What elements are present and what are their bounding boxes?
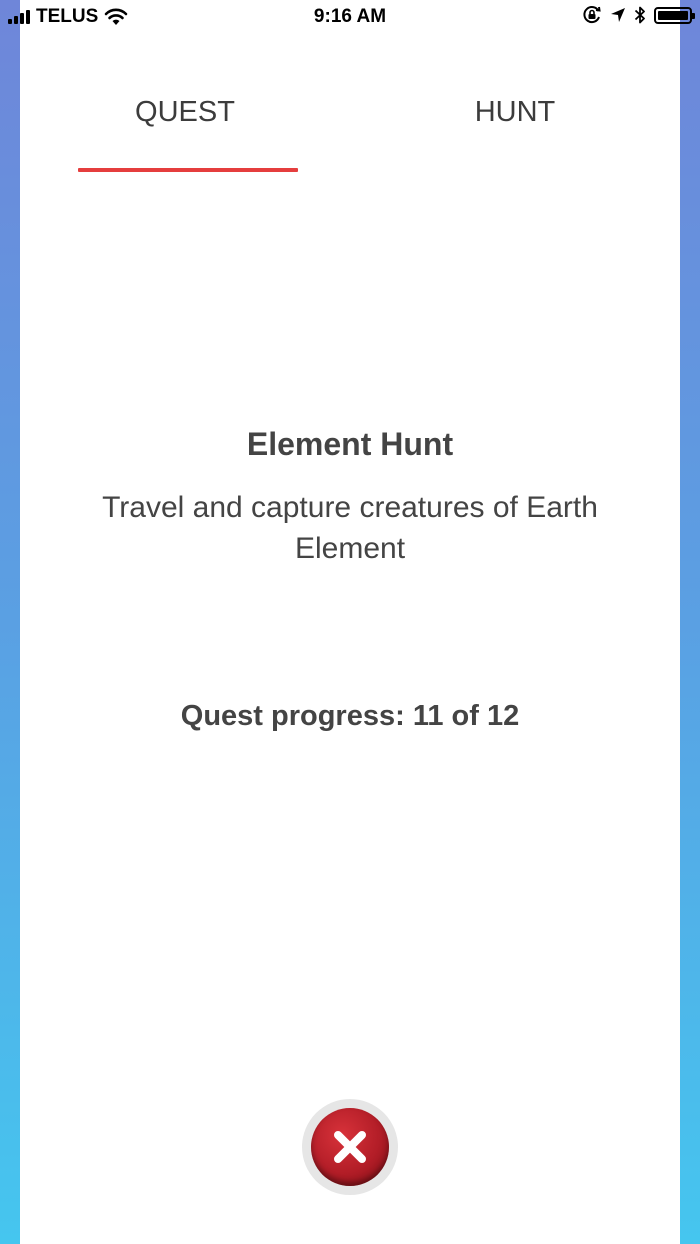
orientation-lock-icon [583,6,601,24]
status-bar: TELUS 9:16 AM [0,0,700,36]
tab-quest[interactable]: QUEST [20,80,350,172]
battery-tip [692,12,695,19]
close-button-face [311,1108,389,1186]
battery-icon [654,6,695,24]
quest-title: Element Hunt [246,426,454,462]
bluetooth-icon [634,6,645,24]
battery-level [658,10,688,20]
quest-progress: Quest progress: 11 of 12 [180,700,520,732]
close-button[interactable] [302,1099,398,1195]
content-panel [20,0,680,1244]
tab-bar: QUEST HUNT [20,80,680,172]
close-icon [334,1131,366,1163]
quest-description: Travel and capture creatures of Earth El… [102,491,598,565]
status-bar-right [582,5,695,25]
tab-hunt[interactable]: HUNT [350,80,680,172]
location-arrow-icon [611,8,625,22]
tab-selected-indicator [78,168,298,172]
